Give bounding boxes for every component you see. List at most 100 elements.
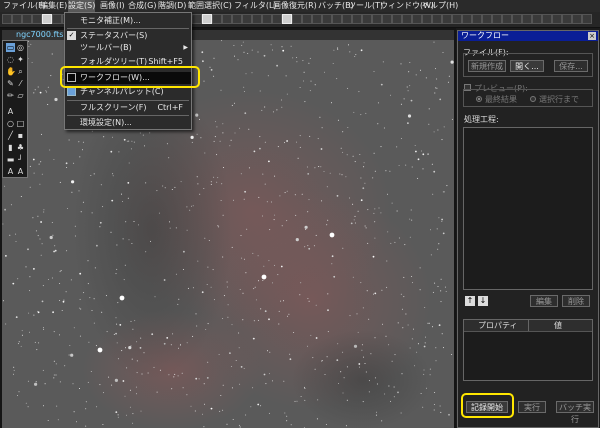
magic-wand-icon[interactable]: ✦ [16, 55, 25, 64]
toolbar-button-icon[interactable] [212, 14, 222, 24]
brush-tool-icon[interactable]: ✎ [6, 79, 15, 88]
eraser-tool-icon[interactable]: ▱ [16, 91, 25, 100]
stamp-tool-icon[interactable]: ♣ [16, 143, 25, 152]
move-down-icon[interactable]: ↓ [478, 296, 488, 306]
toolbar-button-icon[interactable] [52, 14, 62, 24]
toolbar-button-icon[interactable] [292, 14, 302, 24]
close-icon[interactable]: × [588, 32, 596, 40]
toolbar-button-icon[interactable] [192, 14, 202, 24]
toolbar-button-icon[interactable] [312, 14, 322, 24]
open-workflow-button[interactable]: 開く... [510, 60, 544, 72]
menu-restore[interactable]: 画像復元(R) [273, 0, 317, 12]
star [345, 176, 347, 178]
toolbar-button-icon[interactable] [252, 14, 262, 24]
until-selected-radio[interactable] [530, 96, 536, 102]
toolbar-button-icon[interactable] [32, 14, 42, 24]
toolbar-button-icon[interactable] [262, 14, 272, 24]
toolbar-button-icon[interactable] [522, 14, 532, 24]
toolbar-button-icon[interactable] [492, 14, 502, 24]
pencil-tool-icon[interactable]: ✏ [6, 91, 15, 100]
new-workflow-button[interactable]: 新規作成 [468, 60, 506, 72]
menu-item-fullscreen[interactable]: フルスクリーン(F) Ctrl+F [65, 102, 191, 114]
toolbar-button-icon[interactable] [202, 14, 212, 24]
delete-step-button[interactable]: 削除 [562, 295, 590, 307]
select-tool-icon[interactable]: ▭ [6, 43, 15, 52]
menu-filter[interactable]: フィルタ(L) [234, 0, 277, 12]
menu-edit[interactable]: 編集(E) [40, 0, 67, 12]
lasso-tool-icon[interactable]: ◌ [6, 55, 15, 64]
crop-tool-icon[interactable]: ▬ [6, 155, 15, 164]
toolbar-button-icon[interactable] [562, 14, 572, 24]
gradient-tool-icon[interactable]: ▮ [6, 143, 15, 152]
zoom-tool-icon[interactable]: ◎ [16, 43, 25, 52]
move-up-icon[interactable]: ↑ [465, 296, 475, 306]
menu-settings[interactable]: 設定(S) [68, 0, 96, 12]
batch-run-button[interactable]: バッチ実行 [556, 401, 594, 424]
toolbar-button-icon[interactable] [412, 14, 422, 24]
toolbar-button-icon[interactable] [512, 14, 522, 24]
workflow-title-bar[interactable]: ワークフロー × [458, 31, 598, 41]
menu-item-preferences[interactable]: 環境設定(N)... [65, 117, 191, 129]
final-result-radio[interactable] [476, 96, 482, 102]
toolbar-button-icon[interactable] [392, 14, 402, 24]
menu-tools[interactable]: ツール(T) [348, 0, 383, 12]
magnifier-icon[interactable]: ⌕ [16, 67, 25, 76]
text-tool-icon[interactable]: A [6, 107, 15, 116]
toolbar-button-icon[interactable] [462, 14, 472, 24]
toolbar-button-icon[interactable] [572, 14, 582, 24]
property-table[interactable]: プロパティ 値 [463, 319, 593, 381]
toolbar-button-icon[interactable] [402, 14, 412, 24]
star [194, 410, 196, 412]
toolbar-button-icon[interactable] [342, 14, 352, 24]
process-steps-list[interactable] [463, 127, 593, 290]
toolbar-button-icon[interactable] [322, 14, 332, 24]
toolbar-button-icon[interactable] [582, 14, 592, 24]
toolbar-button-icon[interactable] [482, 14, 492, 24]
edit-step-button[interactable]: 編集 [530, 295, 558, 307]
toolbar-button-icon[interactable] [282, 14, 292, 24]
ellipse-tool-icon[interactable]: ○ [6, 119, 15, 128]
menu-item-toolbar[interactable]: ツールバー(B) ▶ [65, 42, 191, 54]
toolbar-button-icon[interactable] [372, 14, 382, 24]
toolbar-button-icon[interactable] [382, 14, 392, 24]
toolbar-button-icon[interactable] [222, 14, 232, 24]
toolbar-button-icon[interactable] [352, 14, 362, 24]
hand-tool-icon[interactable]: ✋ [6, 67, 16, 76]
menu-composite[interactable]: 合成(G) [128, 0, 156, 12]
toolbar-button-icon[interactable] [472, 14, 482, 24]
toolbar-button-icon[interactable] [542, 14, 552, 24]
menu-help[interactable]: ヘルプ(H) [422, 0, 458, 12]
menu-selection[interactable]: 範囲選択(C) [188, 0, 232, 12]
line-tool-icon[interactable]: ╱ [6, 131, 15, 140]
run-button[interactable]: 実行 [518, 401, 546, 413]
toolbar-button-icon[interactable] [422, 14, 432, 24]
toolbar-button-icon[interactable] [232, 14, 242, 24]
menu-tone[interactable]: 階調(D) [158, 0, 186, 12]
toolbar-button-icon[interactable] [12, 14, 22, 24]
rectangle-tool-icon[interactable]: □ [16, 119, 25, 128]
text-box-icon[interactable]: A [6, 167, 15, 176]
star [243, 91, 245, 92]
eyedropper-icon[interactable]: ⁄ [16, 79, 25, 88]
measure-tool-icon[interactable]: ┘ [16, 155, 25, 164]
toolbar-button-icon[interactable] [2, 14, 12, 24]
toolbar-button-icon[interactable] [502, 14, 512, 24]
menu-image[interactable]: 画像(I) [100, 0, 125, 12]
menu-item-monitor-calibration[interactable]: モニタ補正(M)... [65, 15, 191, 27]
save-workflow-button[interactable]: 保存... [554, 60, 588, 72]
menu-item-status-bar[interactable]: ✓ ステータスバー(S) [65, 30, 191, 42]
toolbar-button-icon[interactable] [302, 14, 312, 24]
toolbar-button-icon[interactable] [442, 14, 452, 24]
toolbar-button-icon[interactable] [532, 14, 542, 24]
toolbar-button-icon[interactable] [332, 14, 342, 24]
toolbar-button-icon[interactable] [42, 14, 52, 24]
toolbar-button-icon[interactable] [362, 14, 372, 24]
toolbar-button-icon[interactable] [452, 14, 462, 24]
toolbar-button-icon[interactable] [22, 14, 32, 24]
toolbar-button-icon[interactable] [242, 14, 252, 24]
fill-tool-icon[interactable]: ▪ [16, 131, 25, 140]
toolbar-button-icon[interactable] [432, 14, 442, 24]
annotation-icon[interactable]: A [16, 167, 25, 176]
toolbar-button-icon[interactable] [272, 14, 282, 24]
toolbar-button-icon[interactable] [552, 14, 562, 24]
